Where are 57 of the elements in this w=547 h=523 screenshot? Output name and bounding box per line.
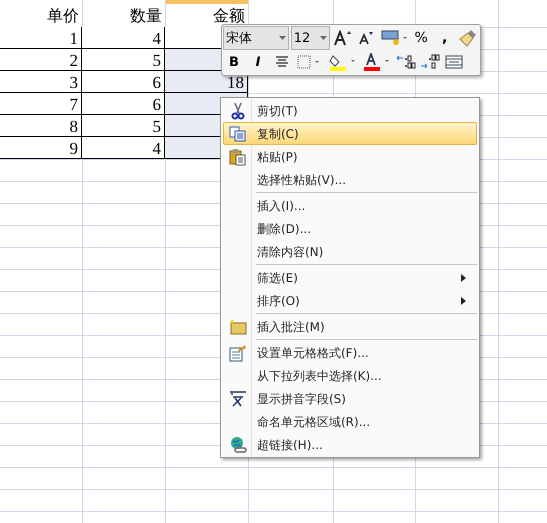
money-icon [380,30,407,46]
menu-item[interactable]: 显示拼音字段(S) [223,387,477,410]
font-size-field[interactable]: 12 [290,26,330,50]
menu-item[interactable]: 粘贴(P) [223,145,477,168]
dropdown-arrow-icon [320,36,327,40]
menu-item[interactable]: 插入批注(M) [223,315,477,338]
paste-icon [229,148,247,166]
table-cell: 3 [0,71,82,93]
table-cell: 7 [0,93,82,115]
table-cell: 1 [0,27,82,49]
table-cell: 5 [82,49,165,71]
menu-item[interactable]: 复制(C) [223,122,477,145]
menu-item[interactable]: 从下拉列表中选择(K)... [223,364,477,387]
menu-item[interactable]: 删除(D)... [223,217,477,240]
menu-item[interactable]: 剪切(T) [223,99,477,122]
table-cell: 6 [82,93,165,115]
table-cell: 2 [0,49,82,71]
copy-icon [229,126,247,142]
table-cell: 8 [0,115,82,137]
grow-font-icon [334,30,352,46]
column-heading: 数量 [130,5,162,27]
table-cell: 9 [0,137,82,159]
font-color-icon [363,53,391,72]
font-field[interactable]: 宋体 [223,26,289,50]
decrease-decimal-icon [420,54,440,70]
align-center-icon [275,56,289,68]
table-cell: 4 [82,27,165,49]
merge-cells-icon [445,55,463,70]
scissors-icon [231,102,245,120]
dropdown-arrow-icon [278,36,286,40]
globe-icon [229,436,247,454]
column-heading: 金额 [213,5,245,27]
submenu-arrow-icon [461,296,466,304]
menu-item[interactable]: 插入(I)... [223,194,477,217]
table-cell: 5 [82,115,165,137]
paint-bucket-icon [329,53,357,72]
note-icon [229,318,247,334]
menu-item[interactable]: 清除内容(N) [223,240,477,263]
table-cell: 4 [82,137,165,159]
bold-button[interactable]: B [223,51,245,74]
menu-item[interactable]: 设置单元格格式(F)... [223,341,477,364]
format-cells-icon [229,344,247,362]
column-heading: 单价 [47,5,79,27]
table-cell: 6 [82,71,165,93]
menu-item[interactable]: 命名单元格区域(R)... [223,410,477,433]
table-cell: 18 [165,71,248,93]
increase-decimal-icon [396,54,416,70]
shrink-font-icon [358,31,374,46]
menu-item[interactable]: 排序(O) [223,289,477,312]
comma-button[interactable]: , [434,27,456,50]
percent-button[interactable]: % [410,27,432,50]
menu-item[interactable]: 选择性粘贴(V)... [223,168,477,191]
menu-item[interactable]: 筛选(E) [223,266,477,289]
menu-item[interactable]: 超链接(H)... [223,433,477,456]
brush-icon [459,29,478,48]
submenu-arrow-icon [461,274,466,282]
italic-button[interactable]: I [247,51,269,74]
